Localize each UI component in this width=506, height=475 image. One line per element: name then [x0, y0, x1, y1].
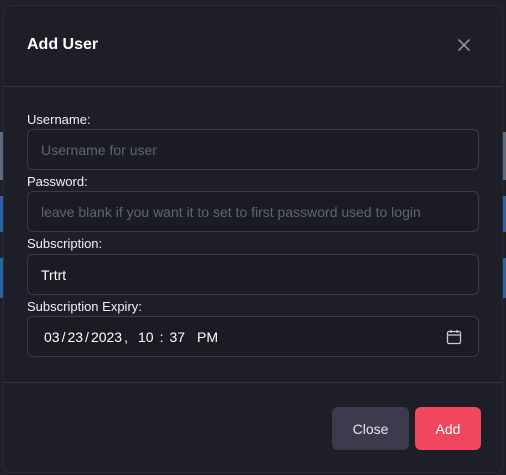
add-button[interactable]: Add	[415, 407, 481, 450]
subscription-expiry-input[interactable]: 03 / 23 / 2023 , 10 : 37 PM	[27, 316, 479, 357]
subscription-label: Subscription:	[27, 236, 103, 251]
background-row	[502, 132, 506, 180]
subscription-input[interactable]	[27, 254, 479, 295]
modal-header: Add User	[4, 6, 502, 87]
calendar-icon[interactable]	[446, 329, 462, 345]
modal-title: Add User	[27, 36, 99, 53]
background-row	[502, 196, 506, 232]
expiry-ampm[interactable]: PM	[197, 329, 218, 345]
close-button[interactable]: Close	[332, 407, 409, 450]
time-separator: :	[159, 328, 164, 345]
date-separator: /	[61, 328, 66, 345]
datetime-separator: ,	[124, 328, 128, 345]
expiry-month[interactable]: 03	[44, 329, 60, 345]
username-input[interactable]	[27, 129, 479, 170]
date-separator: /	[85, 328, 89, 345]
modal-footer: Close Add	[4, 382, 502, 473]
expiry-day[interactable]: 23	[67, 329, 83, 345]
expiry-minute[interactable]: 37	[169, 329, 185, 345]
add-user-modal: Add User Username: Password: Subscriptio…	[4, 6, 502, 472]
expiry-hour[interactable]: 10	[138, 329, 154, 345]
subscription-expiry-label: Subscription Expiry:	[27, 299, 142, 314]
background-row	[502, 258, 506, 298]
password-input[interactable]	[27, 191, 479, 232]
expiry-year[interactable]: 2023	[91, 329, 122, 345]
close-icon[interactable]	[452, 33, 476, 57]
password-label: Password:	[27, 174, 88, 189]
username-label: Username:	[27, 112, 91, 127]
